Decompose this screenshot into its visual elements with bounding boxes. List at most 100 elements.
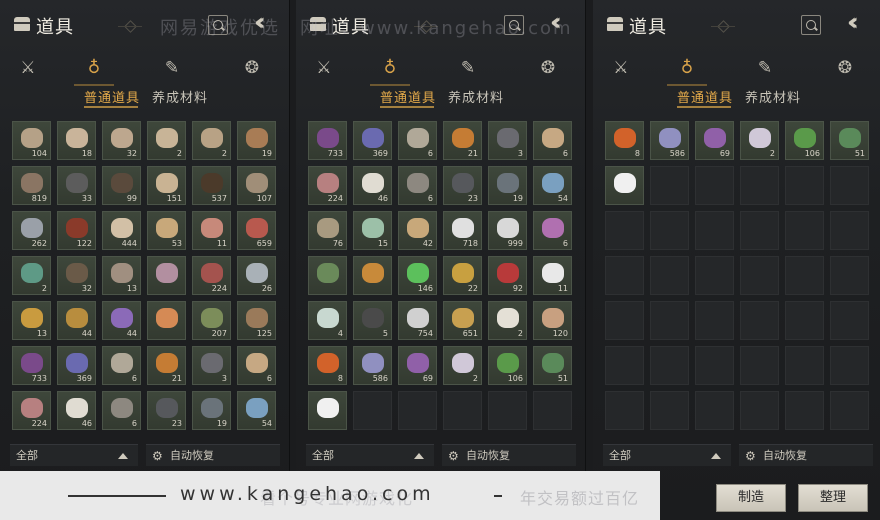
- item-slot[interactable]: 21: [443, 121, 482, 160]
- empty-slot[interactable]: [650, 211, 689, 250]
- item-slot[interactable]: 262: [12, 211, 51, 250]
- item-slot[interactable]: 224: [192, 256, 231, 295]
- sort-button[interactable]: 整理: [798, 484, 868, 512]
- item-slot[interactable]: 8: [308, 346, 347, 385]
- item-slot[interactable]: 44: [57, 301, 96, 340]
- filter-dropdown[interactable]: 全部: [10, 444, 138, 466]
- empty-slot[interactable]: [353, 391, 392, 430]
- item-slot[interactable]: 11: [533, 256, 572, 295]
- bag-icon[interactable]: ♁: [378, 56, 402, 80]
- item-slot[interactable]: 3: [192, 346, 231, 385]
- empty-slot[interactable]: [785, 301, 824, 340]
- empty-slot[interactable]: [740, 346, 779, 385]
- item-slot[interactable]: [605, 166, 644, 205]
- item-slot[interactable]: 11: [192, 211, 231, 250]
- item-slot[interactable]: 13: [12, 301, 51, 340]
- medal-icon[interactable]: ❂: [536, 56, 560, 80]
- item-slot[interactable]: 107: [237, 166, 276, 205]
- item-slot[interactable]: [353, 256, 392, 295]
- item-slot[interactable]: 207: [192, 301, 231, 340]
- empty-slot[interactable]: [830, 391, 869, 430]
- item-slot[interactable]: 19: [237, 121, 276, 160]
- empty-slot[interactable]: [605, 346, 644, 385]
- item-slot[interactable]: 2: [147, 121, 186, 160]
- item-slot[interactable]: 651: [443, 301, 482, 340]
- item-slot[interactable]: 23: [443, 166, 482, 205]
- item-slot[interactable]: 224: [12, 391, 51, 430]
- filter-dropdown[interactable]: 全部: [603, 444, 731, 466]
- empty-slot[interactable]: [830, 211, 869, 250]
- empty-slot[interactable]: [740, 166, 779, 205]
- item-slot[interactable]: 51: [533, 346, 572, 385]
- item-slot[interactable]: 106: [488, 346, 527, 385]
- item-slot[interactable]: 6: [237, 346, 276, 385]
- item-slot[interactable]: 54: [237, 391, 276, 430]
- item-slot[interactable]: 106: [785, 121, 824, 160]
- item-slot[interactable]: 754: [398, 301, 437, 340]
- item-slot[interactable]: 51: [830, 121, 869, 160]
- empty-slot[interactable]: [785, 346, 824, 385]
- item-slot[interactable]: 32: [102, 121, 141, 160]
- item-slot[interactable]: 54: [533, 166, 572, 205]
- swords-icon[interactable]: ⚔: [16, 56, 40, 80]
- item-slot[interactable]: 6: [533, 121, 572, 160]
- tab-growth-materials[interactable]: 养成材料: [448, 87, 504, 106]
- item-slot[interactable]: 444: [102, 211, 141, 250]
- item-slot[interactable]: 125: [237, 301, 276, 340]
- item-slot[interactable]: 19: [192, 391, 231, 430]
- empty-slot[interactable]: [650, 391, 689, 430]
- item-slot[interactable]: 819: [12, 166, 51, 205]
- item-slot[interactable]: 733: [12, 346, 51, 385]
- item-slot[interactable]: [308, 256, 347, 295]
- empty-slot[interactable]: [830, 256, 869, 295]
- bag-icon[interactable]: ♁: [675, 56, 699, 80]
- item-slot[interactable]: 2: [488, 301, 527, 340]
- empty-slot[interactable]: [650, 256, 689, 295]
- item-slot[interactable]: [147, 256, 186, 295]
- item-slot[interactable]: 718: [443, 211, 482, 250]
- item-slot[interactable]: 19: [488, 166, 527, 205]
- empty-slot[interactable]: [605, 301, 644, 340]
- item-slot[interactable]: 53: [147, 211, 186, 250]
- item-slot[interactable]: 2: [443, 346, 482, 385]
- empty-slot[interactable]: [695, 391, 734, 430]
- auto-restore-toggle[interactable]: ⚙ 自动恢复: [739, 444, 873, 466]
- item-slot[interactable]: 6: [102, 346, 141, 385]
- empty-slot[interactable]: [605, 391, 644, 430]
- empty-slot[interactable]: [740, 256, 779, 295]
- item-slot[interactable]: 120: [533, 301, 572, 340]
- item-slot[interactable]: 22: [443, 256, 482, 295]
- item-slot[interactable]: 2: [12, 256, 51, 295]
- item-slot[interactable]: 23: [147, 391, 186, 430]
- empty-slot[interactable]: [695, 346, 734, 385]
- item-slot[interactable]: 6: [102, 391, 141, 430]
- empty-slot[interactable]: [695, 301, 734, 340]
- empty-slot[interactable]: [605, 256, 644, 295]
- empty-slot[interactable]: [650, 166, 689, 205]
- item-slot[interactable]: 99: [102, 166, 141, 205]
- empty-slot[interactable]: [785, 391, 824, 430]
- empty-slot[interactable]: [695, 166, 734, 205]
- item-slot[interactable]: 5: [353, 301, 392, 340]
- tab-normal-items[interactable]: 普通道具: [380, 87, 436, 106]
- auto-restore-toggle[interactable]: ⚙ 自动恢复: [442, 444, 576, 466]
- item-slot[interactable]: 2: [192, 121, 231, 160]
- item-slot[interactable]: 46: [57, 391, 96, 430]
- search-icon[interactable]: [801, 15, 821, 35]
- item-slot[interactable]: 369: [57, 346, 96, 385]
- craft-button[interactable]: 制造: [716, 484, 786, 512]
- scroll-icon[interactable]: ✎: [753, 56, 777, 80]
- item-slot[interactable]: 537: [192, 166, 231, 205]
- empty-slot[interactable]: [830, 346, 869, 385]
- empty-slot[interactable]: [830, 301, 869, 340]
- item-slot[interactable]: 6: [398, 166, 437, 205]
- item-slot[interactable]: 151: [147, 166, 186, 205]
- empty-slot[interactable]: [785, 256, 824, 295]
- item-slot[interactable]: 369: [353, 121, 392, 160]
- empty-slot[interactable]: [533, 391, 572, 430]
- item-slot[interactable]: 15: [353, 211, 392, 250]
- item-slot[interactable]: 3: [488, 121, 527, 160]
- item-slot[interactable]: 122: [57, 211, 96, 250]
- item-slot[interactable]: 8: [605, 121, 644, 160]
- item-slot[interactable]: 92: [488, 256, 527, 295]
